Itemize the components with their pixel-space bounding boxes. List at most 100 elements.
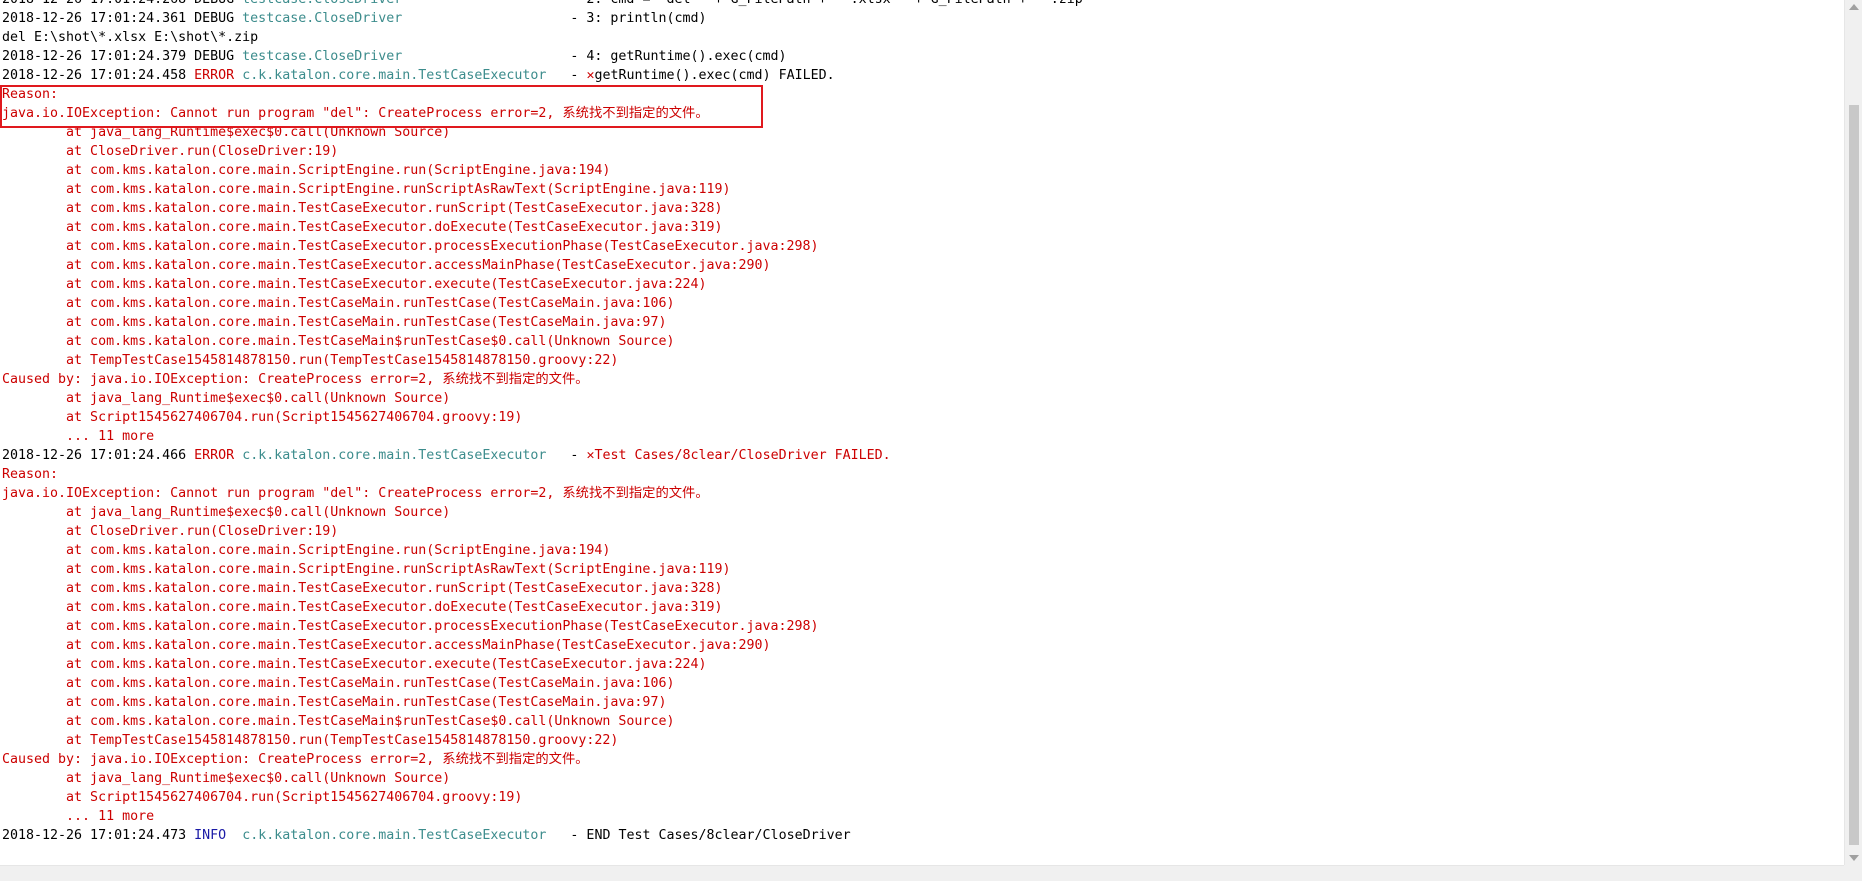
log-segment: INFO <box>194 828 235 843</box>
log-line: at Script1545627406704.run(Script1545627… <box>2 408 1091 427</box>
log-segment: - 2: cmd = "del " + G_FilePath + "*.xlsx… <box>402 0 1090 7</box>
log-segment <box>234 828 242 843</box>
logger-name: c.k.katalon.core.main.TestCaseExecutor <box>242 448 547 463</box>
log-line: 2018-12-26 17:01:24.473 INFO c.k.katalon… <box>2 826 1091 845</box>
scroll-up-arrow-icon[interactable] <box>1849 4 1859 10</box>
log-line: at com.kms.katalon.core.main.TestCaseExe… <box>2 579 1091 598</box>
log-line: ... 11 more <box>2 807 1091 826</box>
log-segment: at Script1545627406704.run(Script1545627… <box>2 410 523 425</box>
log-line: at com.kms.katalon.core.main.TestCaseExe… <box>2 636 1091 655</box>
log-line: 2018-12-26 17:01:24.379 DEBUG testcase.C… <box>2 47 1091 66</box>
log-segment: at com.kms.katalon.core.main.ScriptEngin… <box>2 543 611 558</box>
log-line: Caused by: java.io.IOException: CreatePr… <box>2 750 1091 769</box>
log-line: del E:\shot\*.xlsx E:\shot\*.zip <box>2 28 1091 47</box>
log-line: at com.kms.katalon.core.main.TestCaseExe… <box>2 256 1091 275</box>
log-line: at java_lang_Runtime$exec$0.call(Unknown… <box>2 123 1091 142</box>
vertical-scrollbar-thumb[interactable] <box>1849 105 1859 845</box>
log-segment: Caused by: java.io.IOException: CreatePr… <box>2 372 589 387</box>
log-line: at com.kms.katalon.core.main.TestCaseExe… <box>2 218 1091 237</box>
log-segment: at com.kms.katalon.core.main.TestCaseExe… <box>2 638 771 653</box>
log-segment: ERROR <box>194 448 235 463</box>
log-segment: ... 11 more <box>2 809 155 824</box>
log-line: at java_lang_Runtime$exec$0.call(Unknown… <box>2 769 1091 788</box>
log-segment: Reason: <box>2 467 59 482</box>
log-segment: - 3: println(cmd) <box>402 11 707 26</box>
log-line: 2018-12-26 17:01:24.458 ERROR c.k.katalo… <box>2 66 1091 85</box>
log-line: at com.kms.katalon.core.main.TestCaseExe… <box>2 199 1091 218</box>
log-line: at java_lang_Runtime$exec$0.call(Unknown… <box>2 503 1091 522</box>
log-line: at java_lang_Runtime$exec$0.call(Unknown… <box>2 389 1091 408</box>
log-segment: at com.kms.katalon.core.main.TestCaseExe… <box>2 239 819 254</box>
console-log-text: 2018-12-26 17:01:24.268 DEBUG testcase.C… <box>2 0 1091 845</box>
log-line: java.io.IOException: Cannot run program … <box>2 104 1091 123</box>
log-segment: - <box>546 68 587 83</box>
log-line: at com.kms.katalon.core.main.TestCaseExe… <box>2 598 1091 617</box>
log-line: ... 11 more <box>2 427 1091 446</box>
log-segment: getRuntime().exec(cmd) FAILED. <box>594 68 835 83</box>
log-segment: 2018-12-26 17:01:24.458 <box>2 68 195 83</box>
log-segment: at com.kms.katalon.core.main.TestCaseExe… <box>2 277 707 292</box>
log-segment: - END Test Cases/8clear/CloseDriver <box>546 828 851 843</box>
log-line: at com.kms.katalon.core.main.TestCaseMai… <box>2 674 1091 693</box>
log-segment: at com.kms.katalon.core.main.TestCaseMai… <box>2 714 675 729</box>
log-line: at TempTestCase1545814878150.run(TempTes… <box>2 351 1091 370</box>
log-segment: 2018-12-26 17:01:24.379 DEBUG <box>2 49 243 64</box>
logger-name: c.k.katalon.core.main.TestCaseExecutor <box>242 68 547 83</box>
log-line: 2018-12-26 17:01:24.361 DEBUG testcase.C… <box>2 9 1091 28</box>
log-segment: at java_lang_Runtime$exec$0.call(Unknown… <box>2 125 451 140</box>
log-segment <box>234 68 242 83</box>
log-line: at com.kms.katalon.core.main.ScriptEngin… <box>2 161 1091 180</box>
log-line: at com.kms.katalon.core.main.ScriptEngin… <box>2 180 1091 199</box>
log-segment: at com.kms.katalon.core.main.TestCaseMai… <box>2 695 667 710</box>
horizontal-scrollbar[interactable] <box>0 865 1844 881</box>
log-segment: at CloseDriver.run(CloseDriver:19) <box>2 144 339 159</box>
log-line: at com.kms.katalon.core.main.TestCaseMai… <box>2 313 1091 332</box>
log-line: 2018-12-26 17:01:24.268 DEBUG testcase.C… <box>2 0 1091 9</box>
log-line: at com.kms.katalon.core.main.ScriptEngin… <box>2 541 1091 560</box>
log-line: java.io.IOException: Cannot run program … <box>2 484 1091 503</box>
log-segment: - 4: getRuntime().exec(cmd) <box>402 49 787 64</box>
log-segment: Reason: <box>2 87 59 102</box>
log-line: at CloseDriver.run(CloseDriver:19) <box>2 522 1091 541</box>
log-segment: ... 11 more <box>2 429 155 444</box>
log-line: at com.kms.katalon.core.main.TestCaseExe… <box>2 275 1091 294</box>
log-segment: - <box>546 448 587 463</box>
log-segment: at CloseDriver.run(CloseDriver:19) <box>2 524 339 539</box>
log-line: at com.kms.katalon.core.main.TestCaseMai… <box>2 294 1091 313</box>
log-line: at com.kms.katalon.core.main.TestCaseMai… <box>2 712 1091 731</box>
log-line: at com.kms.katalon.core.main.TestCaseExe… <box>2 237 1091 256</box>
log-segment: java.io.IOException: Cannot run program … <box>2 106 709 121</box>
log-segment: 2018-12-26 17:01:24.361 DEBUG <box>2 11 243 26</box>
log-segment: 2018-12-26 17:01:24.466 <box>2 448 195 463</box>
log-segment: at com.kms.katalon.core.main.TestCaseExe… <box>2 201 723 216</box>
log-segment: 2018-12-26 17:01:24.268 DEBUG <box>2 0 242 7</box>
logger-name: testcase.CloseDriver <box>242 49 403 64</box>
log-segment: at TempTestCase1545814878150.run(TempTes… <box>2 353 619 368</box>
log-segment: at Script1545627406704.run(Script1545627… <box>2 790 523 805</box>
log-segment: at com.kms.katalon.core.main.ScriptEngin… <box>2 182 731 197</box>
logger-name: testcase.CloseDriver <box>242 0 402 7</box>
log-line: Caused by: java.io.IOException: CreatePr… <box>2 370 1091 389</box>
log-segment: at com.kms.katalon.core.main.TestCaseMai… <box>2 296 675 311</box>
log-segment: at com.kms.katalon.core.main.TestCaseExe… <box>2 220 723 235</box>
log-line: at com.kms.katalon.core.main.TestCaseMai… <box>2 693 1091 712</box>
log-line: at TempTestCase1545814878150.run(TempTes… <box>2 731 1091 750</box>
log-segment: at com.kms.katalon.core.main.TestCaseMai… <box>2 676 675 691</box>
log-line: at Script1545627406704.run(Script1545627… <box>2 788 1091 807</box>
log-segment: at com.kms.katalon.core.main.ScriptEngin… <box>2 163 611 178</box>
vertical-scrollbar[interactable] <box>1844 0 1862 865</box>
console-output-panel[interactable]: 2018-12-26 17:01:24.268 DEBUG testcase.C… <box>0 0 1844 865</box>
log-line: Reason: <box>2 85 1091 104</box>
scroll-down-arrow-icon[interactable] <box>1849 855 1859 861</box>
log-line: 2018-12-26 17:01:24.466 ERROR c.k.katalo… <box>2 446 1091 465</box>
log-segment: ERROR <box>194 68 235 83</box>
log-segment: 2018-12-26 17:01:24.473 <box>2 828 195 843</box>
log-line: at CloseDriver.run(CloseDriver:19) <box>2 142 1091 161</box>
log-line: at com.kms.katalon.core.main.TestCaseExe… <box>2 655 1091 674</box>
log-segment: at com.kms.katalon.core.main.TestCaseExe… <box>2 581 723 596</box>
log-segment: del E:\shot\*.xlsx E:\shot\*.zip <box>2 30 259 45</box>
log-segment: Caused by: java.io.IOException: CreatePr… <box>2 752 589 767</box>
log-segment: at com.kms.katalon.core.main.TestCaseExe… <box>2 657 707 672</box>
log-segment: at com.kms.katalon.core.main.TestCaseExe… <box>2 600 723 615</box>
log-segment: at java_lang_Runtime$exec$0.call(Unknown… <box>2 771 451 786</box>
